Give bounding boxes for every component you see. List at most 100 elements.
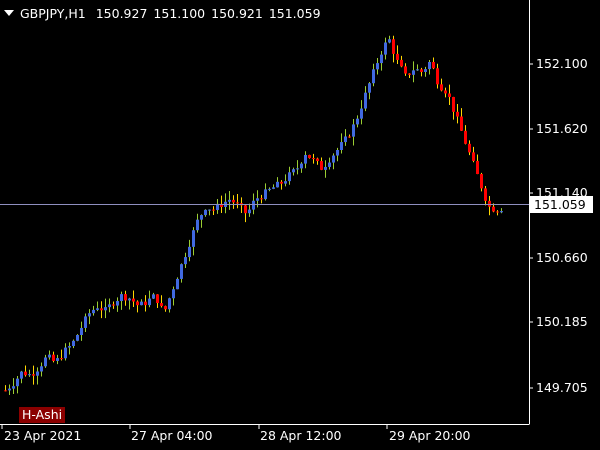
candle-body: [104, 307, 107, 311]
chart-header: GBPJPY,H1 150.927 151.100 150.921 151.05…: [4, 5, 327, 21]
candle-body: [332, 155, 335, 163]
candle-body: [296, 168, 299, 170]
candle-body: [480, 174, 483, 189]
candle-body: [100, 308, 103, 311]
candle-body: [416, 69, 419, 71]
candle-body: [376, 63, 379, 70]
candle-body: [452, 96, 455, 112]
price-tick-label: 152.100: [536, 56, 588, 71]
candle-body: [92, 309, 95, 314]
candle-body: [468, 143, 471, 153]
candle-body: [136, 301, 139, 306]
candle-body: [60, 358, 63, 360]
candle-body: [396, 53, 399, 60]
candle-body: [440, 84, 443, 91]
price-tick-label: 149.705: [536, 380, 588, 395]
candle-body: [64, 347, 67, 359]
candle-body: [456, 111, 459, 117]
candle-body: [400, 59, 403, 67]
candle-body: [12, 386, 15, 389]
candle-body: [316, 158, 319, 162]
candle-body: [132, 298, 135, 302]
candle-body: [412, 70, 415, 75]
candle-body: [464, 130, 467, 144]
candles-layer: [4, 35, 503, 396]
current-price-label[interactable]: 151.059: [529, 196, 593, 213]
candle-body: [28, 374, 31, 376]
candle-body: [196, 219, 199, 231]
candle-body: [260, 198, 263, 200]
candle-body: [392, 39, 395, 54]
candle-body: [344, 136, 347, 143]
candle-body: [428, 61, 431, 70]
candle-body: [324, 166, 327, 170]
price-tick-label: 150.185: [536, 314, 588, 329]
candle-body: [304, 154, 307, 164]
time-tick-label: 28 Apr 12:00: [260, 428, 342, 443]
candle-body: [256, 198, 259, 201]
candle-body: [140, 301, 143, 306]
candle-body: [300, 163, 303, 169]
candle-body: [348, 136, 351, 138]
chart-window[interactable]: GBPJPY,H1 150.927 151.100 150.921 151.05…: [0, 0, 600, 450]
candle-body: [148, 298, 151, 306]
candle-body: [272, 187, 275, 189]
candle-body: [336, 150, 339, 156]
candle-body: [172, 289, 175, 299]
candle-body: [88, 313, 91, 317]
candle-body: [188, 246, 191, 258]
candle-body: [184, 257, 187, 265]
high-price: 151.100: [153, 5, 206, 21]
candle-body: [500, 211, 503, 213]
candle-body: [484, 188, 487, 201]
candle-body: [228, 199, 231, 202]
candle-body: [372, 69, 375, 84]
candle-body: [236, 202, 239, 204]
candle-body: [364, 92, 367, 109]
candle-body: [432, 61, 435, 69]
candle-body: [144, 301, 147, 306]
candle-body: [352, 124, 355, 137]
candle-body: [320, 161, 323, 170]
close-price: 151.059: [268, 5, 321, 21]
candle-body: [164, 306, 167, 310]
candle-body: [328, 162, 331, 167]
candle-body: [76, 334, 79, 341]
candle-body: [180, 264, 183, 279]
candle-body: [496, 211, 499, 213]
indicator-label[interactable]: H-Ashi: [19, 407, 66, 423]
candle-body: [160, 303, 163, 307]
candle-body: [24, 371, 27, 376]
candle-body: [40, 366, 43, 372]
candle-body: [284, 181, 287, 184]
candle-body: [292, 169, 295, 173]
candle-body: [68, 346, 71, 348]
candle-body: [208, 209, 211, 211]
candle-body: [152, 294, 155, 299]
time-tick-label: 27 Apr 04:00: [131, 428, 213, 443]
candle-body: [200, 215, 203, 220]
symbol-timeframe: GBPJPY,H1: [20, 5, 86, 21]
candle-body: [420, 69, 423, 72]
candle-body: [84, 316, 87, 328]
candle-body: [48, 354, 51, 358]
candle-body: [288, 172, 291, 182]
candle-body: [56, 358, 59, 361]
candle-body: [268, 188, 271, 190]
candle-body: [408, 73, 411, 75]
dropdown-triangle-icon[interactable]: [4, 10, 14, 16]
candle-body: [112, 304, 115, 306]
price-chart[interactable]: [0, 0, 600, 450]
candle-body: [116, 301, 119, 306]
candle-body: [80, 327, 83, 335]
candle-body: [52, 354, 55, 361]
candle-body: [312, 158, 315, 160]
candle-body: [356, 118, 359, 125]
candle-body: [492, 206, 495, 212]
open-price: 150.927: [95, 5, 148, 21]
candle-body: [388, 39, 391, 43]
candle-body: [424, 69, 427, 72]
candle-body: [384, 42, 387, 55]
price-tick-label: 151.620: [536, 121, 588, 136]
candle-body: [444, 90, 447, 94]
